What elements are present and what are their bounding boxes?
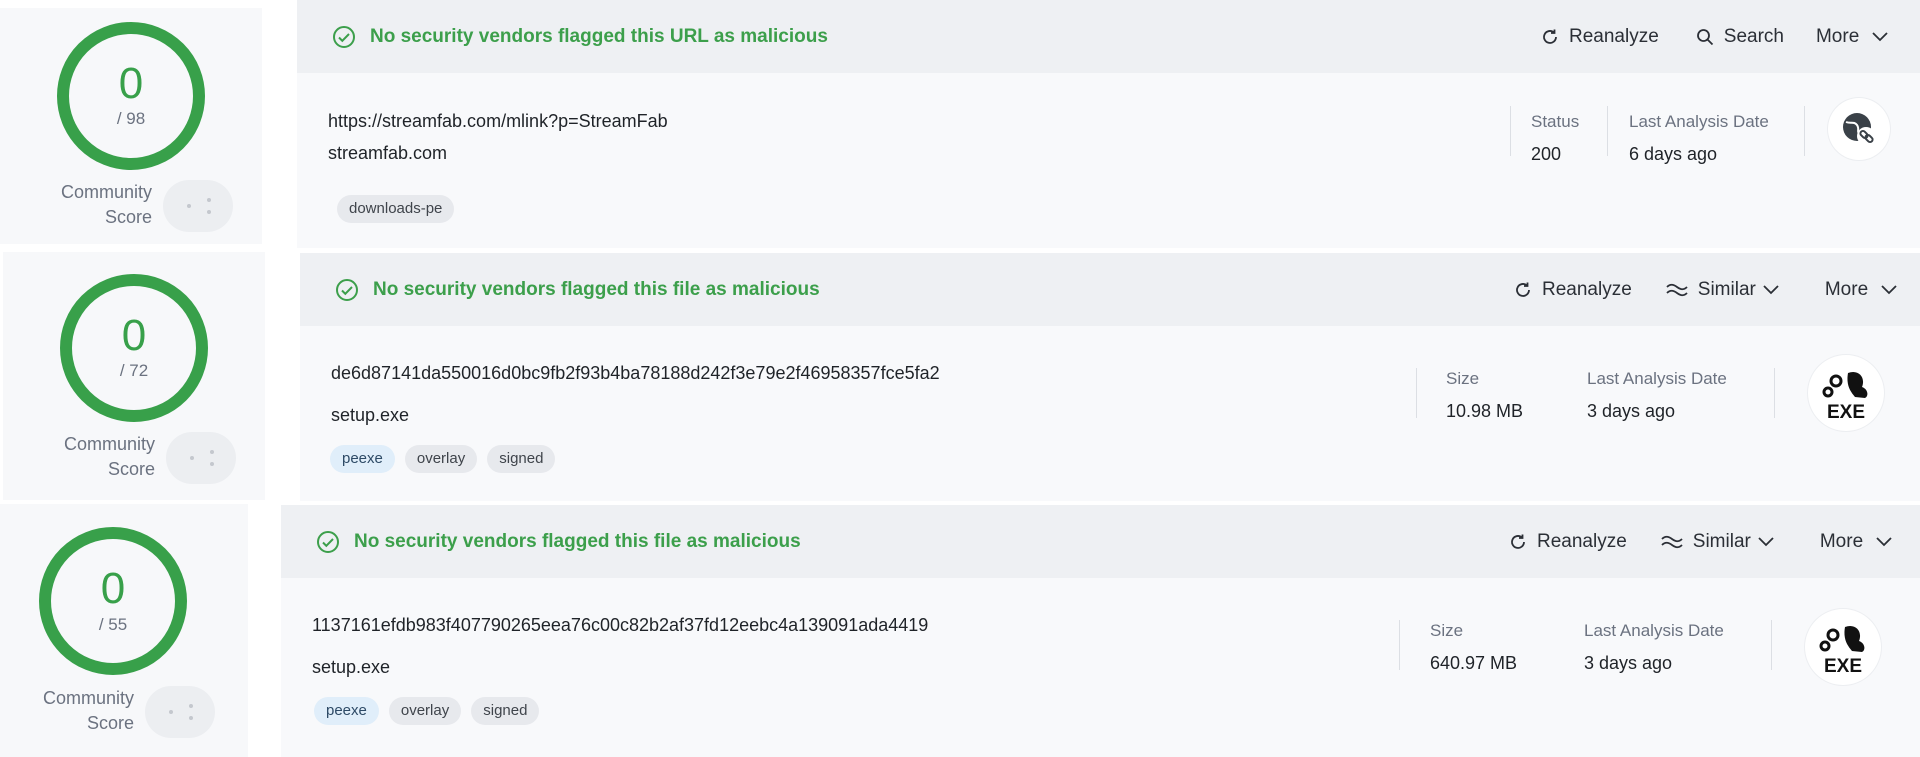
similar-icon [1661,535,1683,548]
chevron-down-icon [1872,31,1888,41]
search-button[interactable]: Search [1695,26,1784,48]
similar-icon [1666,283,1688,296]
refresh-icon [1516,282,1530,297]
detection-count: 0 [100,564,126,613]
community-score-label: Community Score [63,434,155,479]
exe-file-icon: EXE [1808,355,1884,431]
similar-dropdown[interactable]: Similar [1660,531,1784,553]
verdict: No security vendors flagged this file as… [316,505,801,578]
status-label: Status [1531,112,1580,131]
refresh-icon [1511,534,1525,549]
size-value: 640.97 MB [1430,653,1518,673]
check-circle-icon [336,278,358,301]
result-card: No security vendors flagged this file as… [300,253,1920,501]
svg-text:EXE: EXE [1824,656,1862,677]
status-value: 200 [1531,144,1562,164]
more-dropdown[interactable]: More [1816,26,1898,48]
tag[interactable]: signed [487,445,556,473]
tag-list: peexe overlay signed [314,697,540,725]
last-analysis-label: Last Analysis Date [1629,112,1769,131]
community-vote-toggle[interactable] [166,432,236,484]
divider [1774,368,1775,418]
score-card: 0 / 55 Community Score [0,504,248,757]
scanned-url[interactable]: https://streamfab.com/mlink?p=StreamFab [328,111,668,132]
search-icon [1696,28,1713,45]
verdict-bar: No security vendors flagged this URL as … [297,0,1920,73]
last-analysis-value: 3 days ago [1584,653,1673,673]
tag[interactable]: peexe [314,697,379,725]
tag[interactable]: overlay [388,697,462,725]
last-analysis-value: 6 days ago [1629,144,1718,164]
detection-total: / 55 [98,615,128,634]
tag-list: peexe overlay signed [330,445,556,473]
more-dropdown[interactable]: More [1825,279,1907,301]
divider [1607,106,1608,156]
check-circle-icon [317,530,339,553]
divider [1416,368,1417,418]
globe-link-icon [1828,98,1890,160]
chevron-down-icon [1881,284,1897,294]
chevron-down-icon [1876,536,1892,546]
file-name: setup.exe [331,405,410,425]
verdict-text: No security vendors flagged this file as… [354,530,801,552]
similar-dropdown[interactable]: Similar [1665,279,1789,301]
divider [1804,106,1805,156]
community-vote-toggle[interactable] [145,686,215,738]
svg-text:EXE: EXE [1827,402,1865,423]
action-bar: Reanalyze Similar More [1513,253,1907,326]
verdict-bar: No security vendors flagged this file as… [300,253,1920,326]
check-circle-icon [333,25,355,48]
action-bar: Reanalyze Similar More [1508,505,1902,578]
file-name: setup.exe [312,657,391,677]
verdict: No security vendors flagged this file as… [335,253,820,326]
tag[interactable]: signed [471,697,540,725]
last-analysis-label: Last Analysis Date [1587,369,1727,388]
size-label: Size [1446,369,1480,388]
file-hash[interactable]: de6d87141da550016d0bc9fb2f93b4ba78188d24… [331,363,940,384]
community-score-label: Community Score [60,182,152,227]
file-hash[interactable]: 1137161efdb983f407790265eea76c00c82b2af3… [312,615,928,636]
divider [1399,620,1400,670]
verdict: No security vendors flagged this URL as … [332,0,828,73]
reanalyze-button[interactable]: Reanalyze [1508,531,1627,553]
size-label: Size [1430,621,1464,640]
tag[interactable]: peexe [330,445,395,473]
exe-file-icon: EXE [1805,609,1881,685]
more-dropdown[interactable]: More [1820,531,1902,553]
refresh-icon [1543,29,1557,44]
tag[interactable]: overlay [404,445,478,473]
last-analysis-label: Last Analysis Date [1584,621,1724,640]
verdict-text: No security vendors flagged this file as… [373,278,820,300]
result-card: No security vendors flagged this file as… [281,505,1920,757]
reanalyze-button[interactable]: Reanalyze [1540,26,1659,48]
last-analysis-value: 3 days ago [1587,401,1676,421]
action-bar: Reanalyze Search More [1540,0,1898,73]
divider [1771,620,1772,670]
divider [1510,106,1511,156]
scanned-domain[interactable]: streamfab.com [328,143,447,164]
verdict-text: No security vendors flagged this URL as … [370,25,828,47]
score-card: 0 / 72 Community Score [3,252,265,500]
detection-total: / 72 [119,361,149,380]
detection-total: / 98 [116,109,146,128]
verdict-bar: No security vendors flagged this file as… [281,505,1920,578]
detection-count: 0 [118,59,144,108]
chevron-down-icon [1763,284,1779,294]
reanalyze-button[interactable]: Reanalyze [1513,279,1632,301]
community-vote-toggle[interactable] [163,180,233,232]
community-score-label: Community Score [42,688,134,733]
detection-count: 0 [121,311,147,360]
tag-list: downloads-pe [337,195,455,223]
chevron-down-icon [1758,536,1774,546]
result-card: No security vendors flagged this URL as … [297,0,1920,248]
tag[interactable]: downloads-pe [337,195,455,223]
size-value: 10.98 MB [1446,401,1524,421]
score-card: 0 / 98 Community Score [0,8,262,244]
